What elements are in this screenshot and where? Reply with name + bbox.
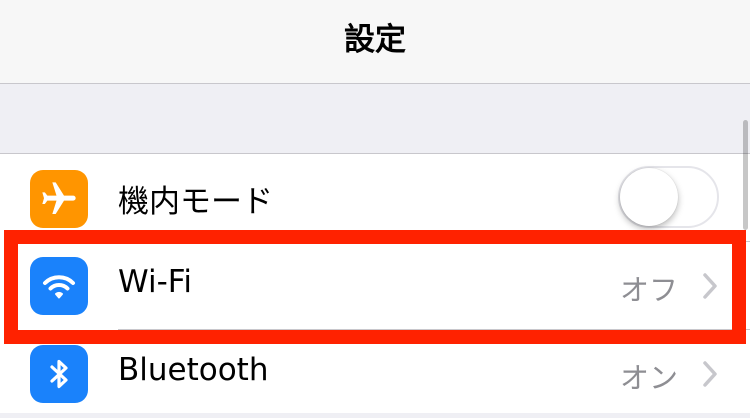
settings-row-airplane-mode: 機内モード xyxy=(0,154,750,242)
navigation-bar: 設定 xyxy=(0,0,750,84)
bluetooth-label: Bluetooth xyxy=(118,352,269,388)
settings-row-wifi[interactable]: Wi-Fi オフ xyxy=(0,242,750,330)
scroll-indicator[interactable] xyxy=(743,120,748,230)
airplane-icon xyxy=(30,170,88,228)
airplane-mode-label: 機内モード xyxy=(118,184,273,220)
section-spacer xyxy=(0,84,750,154)
settings-list: 機内モード Wi-Fi オフ Bluetooth オン xyxy=(0,154,750,413)
toggle-knob xyxy=(620,168,678,226)
settings-row-bluetooth[interactable]: Bluetooth オン xyxy=(0,330,750,418)
airplane-mode-toggle[interactable] xyxy=(618,166,719,228)
bluetooth-status-value: オン xyxy=(619,361,678,395)
bluetooth-icon xyxy=(30,345,88,403)
page-title: 設定 xyxy=(344,22,406,58)
wifi-icon xyxy=(30,257,88,315)
wifi-label: Wi-Fi xyxy=(118,264,192,300)
chevron-right-icon xyxy=(703,273,717,299)
chevron-right-icon xyxy=(703,361,717,387)
wifi-status-value: オフ xyxy=(619,273,678,307)
